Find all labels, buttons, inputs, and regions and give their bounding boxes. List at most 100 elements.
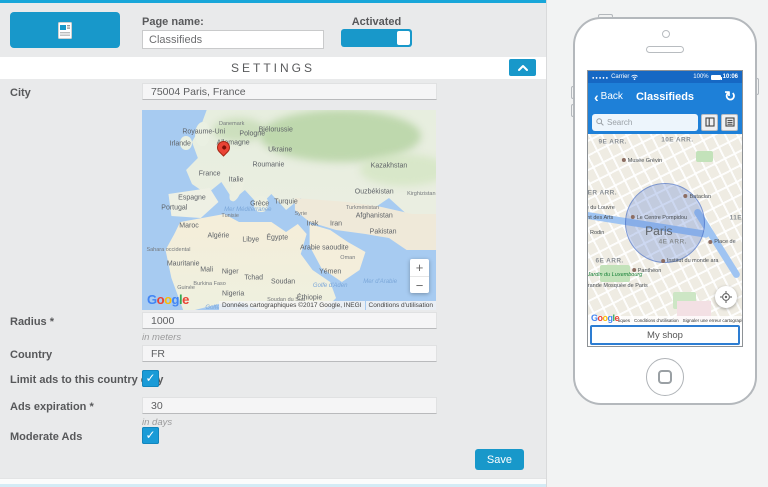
map-country-label: Royaume-Uni bbox=[182, 129, 225, 136]
my-shop-row: My shop bbox=[588, 324, 742, 346]
preview-map-label: Place de bbox=[708, 239, 735, 245]
map-country-label: Mer Méditerranée bbox=[224, 207, 271, 213]
map-view-button[interactable] bbox=[701, 114, 718, 131]
signal-dots-icon: ●●●●● bbox=[592, 75, 609, 80]
back-button[interactable]: ‹ Back bbox=[594, 90, 623, 104]
ads-expiration-input[interactable] bbox=[142, 397, 437, 414]
google-logo-letter: e bbox=[182, 292, 189, 307]
preview-map-label: 11E bbox=[730, 214, 742, 221]
radius-input[interactable] bbox=[142, 312, 437, 329]
country-input[interactable] bbox=[142, 345, 437, 362]
map-attribution: Données cartographiques ©2017 Google, IN… bbox=[219, 301, 436, 310]
terms-link[interactable]: Conditions d'utilisation bbox=[634, 318, 679, 323]
preview-map-label: Grande Mosquée de Paris bbox=[588, 283, 648, 289]
search-input[interactable]: Search bbox=[592, 114, 698, 131]
activated-toggle[interactable] bbox=[341, 29, 412, 47]
limit-country-label: Limit ads to this country only bbox=[10, 374, 163, 386]
battery-percent: 100% bbox=[693, 74, 708, 80]
preview-map-label: Institut du monde ara bbox=[661, 258, 719, 264]
preview-map-label: 4E ARR. bbox=[659, 239, 687, 246]
map-terms-link[interactable]: Conditions d'utilisation bbox=[366, 301, 436, 310]
preview-map[interactable]: 9E ARR.10E ARR.Musée Grévin1ER ARR.Batac… bbox=[588, 134, 742, 324]
save-button[interactable]: Save bbox=[475, 449, 524, 470]
search-icon bbox=[596, 118, 604, 126]
settings-header: SETTINGS bbox=[0, 57, 546, 79]
google-logo-letter: o bbox=[157, 292, 164, 307]
moderate-ads-checkbox[interactable]: ✓ bbox=[142, 427, 159, 444]
back-chevron-icon: ‹ bbox=[594, 90, 599, 104]
settings-title: SETTINGS bbox=[0, 57, 546, 79]
preview-map-label: Rodin bbox=[588, 230, 604, 236]
map-country-label: Iran bbox=[330, 221, 342, 228]
preview-map-label: e du Louvre bbox=[588, 205, 615, 211]
activated-label: Activated bbox=[341, 16, 412, 28]
list-view-button[interactable] bbox=[721, 114, 738, 131]
zoom-out-button[interactable]: − bbox=[410, 276, 429, 293]
map-country-label: Ukraine bbox=[268, 147, 292, 154]
map-country-label: Portugal bbox=[161, 205, 187, 212]
google-logo[interactable]: Google bbox=[591, 313, 619, 323]
map-country-label: Yémen bbox=[319, 269, 341, 276]
map-country-label: Mer d'Arabie bbox=[363, 279, 397, 285]
preview-map-label: 10E ARR. bbox=[661, 136, 693, 143]
page-name-label: Page name: bbox=[142, 16, 204, 28]
map-zoom-control: + − bbox=[410, 259, 429, 293]
classifieds-feature-button[interactable] bbox=[10, 12, 120, 48]
map-country-label: Roumanie bbox=[252, 162, 284, 169]
report-error-link[interactable]: Signaler une erreur cartographique bbox=[683, 318, 742, 323]
wifi-icon bbox=[631, 74, 638, 80]
attribution-fragment: tiques bbox=[618, 318, 630, 323]
location-map[interactable]: IrlandeRoyaume-UniDanemarkPologneBiéloru… bbox=[142, 110, 436, 310]
map-country-label: Turkménistan bbox=[346, 205, 379, 211]
map-labels-layer: IrlandeRoyaume-UniDanemarkPologneBiéloru… bbox=[142, 110, 436, 310]
map-country-label: Libye bbox=[242, 237, 259, 244]
search-row: Search bbox=[588, 110, 742, 134]
my-location-button[interactable] bbox=[715, 286, 737, 308]
map-country-label: Italie bbox=[229, 177, 244, 184]
map-copyright-text: Données cartographiques ©2017 Google, IN… bbox=[219, 301, 365, 310]
map-country-label: Algérie bbox=[208, 233, 230, 240]
search-placeholder: Search bbox=[607, 118, 632, 127]
phone-mockup: ●●●●● Carrier 100% 10:06 bbox=[573, 17, 757, 405]
moderate-ads-label: Moderate Ads bbox=[10, 431, 82, 443]
preview-map-label: 6E ARR. bbox=[595, 258, 623, 265]
refresh-icon[interactable]: ↻ bbox=[724, 88, 736, 105]
preview-map-label: 9E ARR. bbox=[599, 138, 627, 145]
map-country-label: Tunisie bbox=[221, 213, 239, 219]
app-window: Page name: Activated SETTINGS City bbox=[0, 0, 768, 487]
phone-speaker bbox=[646, 46, 684, 53]
preview-map-label: 1ER ARR. bbox=[588, 189, 617, 196]
limit-country-checkbox[interactable]: ✓ bbox=[142, 370, 159, 387]
map-country-label: Tchad bbox=[244, 275, 263, 282]
back-label: Back bbox=[601, 91, 623, 102]
google-logo-letter: g bbox=[172, 292, 179, 307]
check-icon: ✓ bbox=[145, 428, 155, 442]
zoom-in-button[interactable]: + bbox=[410, 259, 429, 276]
map-country-label: Mauritanie bbox=[167, 261, 200, 268]
google-logo-letter: o bbox=[164, 292, 171, 307]
google-logo[interactable]: Google bbox=[147, 292, 189, 307]
status-bar: ●●●●● Carrier 100% 10:06 bbox=[588, 71, 742, 83]
country-label: Country bbox=[10, 349, 52, 361]
map-country-label: Kazakhstan bbox=[371, 163, 408, 170]
target-icon bbox=[720, 291, 732, 303]
preview-map-label: Le Centre Pompidou bbox=[631, 215, 687, 221]
my-shop-button[interactable]: My shop bbox=[590, 325, 740, 345]
map-country-label: Oman bbox=[340, 255, 355, 261]
nav-bar: Classifieds ‹ Back ↻ bbox=[588, 83, 742, 110]
map-country-label: Arabie saoudite bbox=[300, 245, 349, 252]
map-country-label: Turquie bbox=[274, 199, 297, 206]
map-country-label: Pakistan bbox=[370, 229, 397, 236]
page-name-input[interactable] bbox=[142, 30, 324, 49]
map-country-label: Maroc bbox=[179, 223, 198, 230]
clock-label: 10:06 bbox=[723, 74, 738, 80]
map-country-label: Burkina Faso bbox=[193, 281, 225, 287]
map-country-label: Golfe d'Aden bbox=[313, 283, 348, 289]
map-country-label: Nigeria bbox=[222, 291, 244, 298]
map-country-label: Irak bbox=[307, 221, 319, 228]
map-country-label: Soudan bbox=[271, 279, 295, 286]
collapse-button[interactable] bbox=[509, 59, 536, 76]
chevron-up-icon bbox=[517, 64, 529, 72]
map-country-label: Mali bbox=[200, 267, 213, 274]
city-input[interactable] bbox=[142, 83, 437, 100]
